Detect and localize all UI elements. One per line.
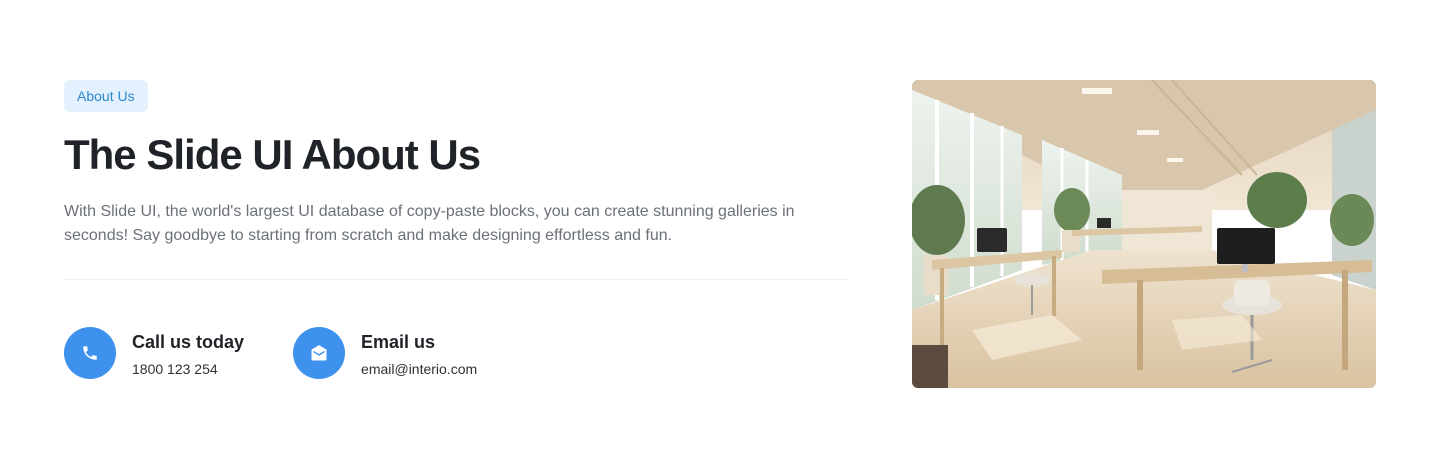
contact-call-value[interactable]: 1800 123 254 <box>132 359 244 379</box>
page-title: The Slide UI About Us <box>64 131 481 178</box>
contact-call-text: Call us today 1800 123 254 <box>132 327 244 379</box>
phone-icon-circle <box>64 327 116 379</box>
contact-call-title: Call us today <box>132 332 245 352</box>
divider <box>64 279 848 280</box>
contact-email-text: Email us email@interio.com <box>361 327 477 379</box>
contact-list: Call us today 1800 123 254 Email us emai… <box>64 327 848 379</box>
envelope-icon <box>311 345 327 361</box>
contact-email-title: Email us <box>361 332 436 352</box>
contact-email[interactable]: Email us email@interio.com <box>293 327 477 379</box>
envelope-icon-circle <box>293 327 346 379</box>
contact-email-value[interactable]: email@interio.com <box>361 359 477 379</box>
office-interior-illustration <box>912 80 1376 388</box>
about-description: With Slide UI, the world's largest UI da… <box>64 203 795 244</box>
about-content: About Us The Slide UI About Us With Slid… <box>64 80 848 379</box>
office-photo <box>912 80 1376 388</box>
contact-call[interactable]: Call us today 1800 123 254 <box>64 327 244 379</box>
about-section: About Us The Slide UI About Us With Slid… <box>0 0 1440 468</box>
phone-icon <box>83 346 97 360</box>
about-badge: About Us <box>64 80 148 112</box>
